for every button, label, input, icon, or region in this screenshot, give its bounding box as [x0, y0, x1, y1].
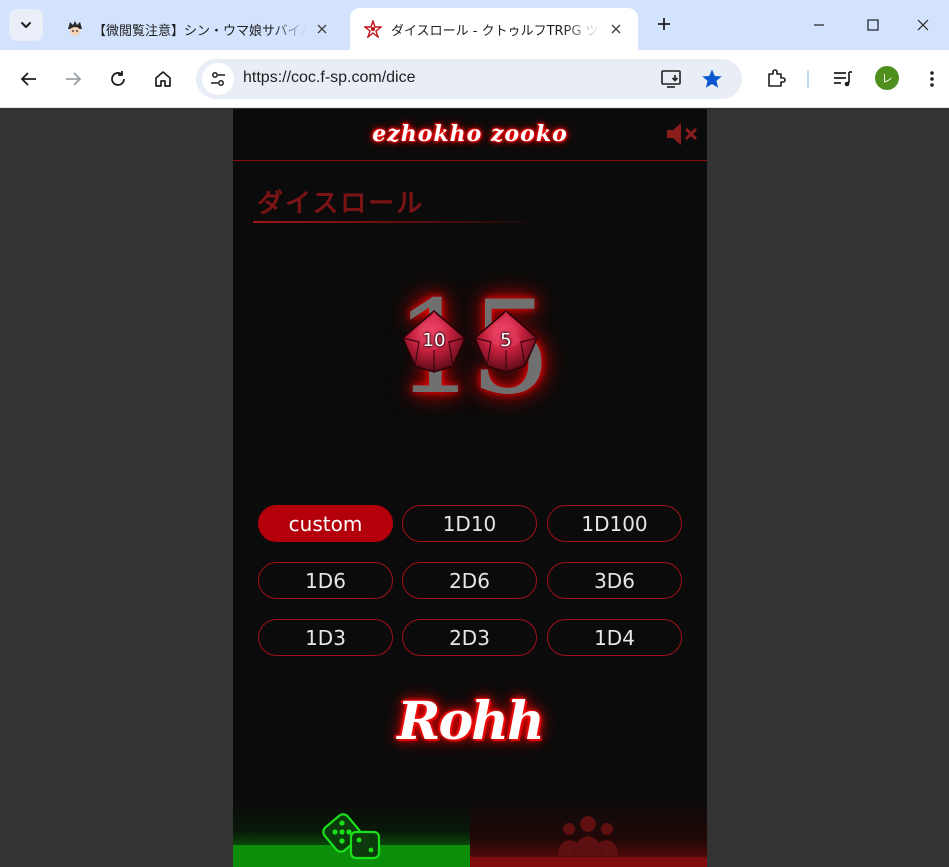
chevron-down-icon — [21, 22, 31, 28]
dice-icon — [322, 813, 381, 860]
dice-app: ezhokho zooko ダイスロール 15 10 5 custom 1D10… — [233, 109, 707, 867]
star-pentagram-icon — [364, 20, 382, 38]
close-icon — [917, 19, 929, 31]
more-vert-icon — [930, 71, 934, 87]
speaker-mute-icon — [667, 123, 698, 145]
reload-icon — [111, 71, 125, 86]
profile-avatar[interactable]: レ — [875, 66, 899, 90]
app-header: ezhokho zooko — [233, 109, 707, 161]
close-window-button[interactable] — [897, 0, 949, 50]
new-tab-button[interactable] — [650, 10, 678, 38]
arrow-left-icon — [20, 72, 36, 86]
tab-title: ダイスロール - クトゥルフTRPG ツー — [391, 23, 600, 39]
tab-title: 【微閲覧注意】シン・ウマ娘サバイバ — [93, 23, 306, 39]
close-icon[interactable] — [606, 19, 626, 39]
close-icon[interactable] — [312, 19, 332, 39]
bookmark-star-icon[interactable] — [700, 67, 724, 91]
title-underline — [253, 221, 543, 223]
tab-dice-roll[interactable]: ダイスロール - クトゥルフTRPG ツー — [350, 8, 638, 50]
preset-1d100-button[interactable]: 1D100 — [547, 505, 682, 542]
site-info-button[interactable] — [202, 63, 234, 95]
d10-die-icon: 10 — [399, 308, 469, 374]
preset-3d6-button[interactable]: 3D6 — [547, 562, 682, 599]
back-button[interactable] — [13, 63, 45, 95]
preset-1d10-button[interactable]: 1D10 — [402, 505, 537, 542]
playlist-music-icon — [834, 71, 852, 87]
preset-1d3-button[interactable]: 1D3 — [258, 619, 393, 656]
die-face-value: 5 — [500, 330, 512, 351]
maximize-icon — [867, 19, 879, 31]
address-bar[interactable]: https://coc.f-sp.com/dice — [196, 59, 742, 99]
page-title: ダイスロール — [257, 189, 425, 219]
install-app-icon[interactable] — [660, 67, 684, 91]
extensions-button[interactable] — [763, 66, 789, 92]
preset-1d6-button[interactable]: 1D6 — [258, 562, 393, 599]
url-text[interactable]: https://coc.f-sp.com/dice — [243, 69, 416, 87]
home-button[interactable] — [147, 63, 179, 95]
toolbar-separator — [807, 70, 809, 88]
preset-2d3-button[interactable]: 2D3 — [402, 619, 537, 656]
browser-tab-strip: 【微閲覧注意】シン・ウマ娘サバイバ ダイスロール - クトゥルフTRPG ツー — [0, 0, 949, 50]
preset-custom-button[interactable]: custom — [258, 505, 393, 542]
die-face-value: 10 — [422, 330, 446, 351]
preset-1d4-button[interactable]: 1D4 — [547, 619, 682, 656]
tab-search-button[interactable] — [9, 9, 43, 41]
home-icon — [155, 71, 171, 87]
tab-uma-musume[interactable]: 【微閲覧注意】シン・ウマ娘サバイバ — [52, 8, 344, 50]
reload-button[interactable] — [102, 63, 134, 95]
app-logo[interactable]: ezhokho zooko — [233, 121, 707, 147]
minimize-button[interactable] — [790, 0, 848, 50]
preset-2d6-button[interactable]: 2D6 — [402, 562, 537, 599]
bottom-navigation — [233, 800, 707, 867]
browser-toolbar: https://coc.f-sp.com/dice — [0, 50, 949, 108]
page-viewport: ezhokho zooko ダイスロール 15 10 5 custom 1D10… — [0, 109, 949, 867]
group-users-icon — [558, 816, 618, 856]
media-control-button[interactable] — [830, 66, 856, 92]
forward-button[interactable] — [57, 63, 89, 95]
maximize-button[interactable] — [844, 0, 902, 50]
browser-menu-button[interactable] — [919, 66, 945, 92]
tune-icon — [211, 72, 225, 86]
anime-character-icon — [66, 20, 84, 38]
roll-button[interactable]: Rohh — [395, 691, 545, 771]
puzzle-icon — [768, 69, 786, 87]
plus-icon — [658, 18, 670, 30]
mute-button[interactable] — [665, 121, 699, 147]
arrow-right-icon — [66, 72, 82, 86]
rolled-dice: 10 5 — [399, 308, 543, 374]
d10-die-icon: 5 — [471, 308, 541, 374]
minimize-icon — [814, 24, 824, 26]
